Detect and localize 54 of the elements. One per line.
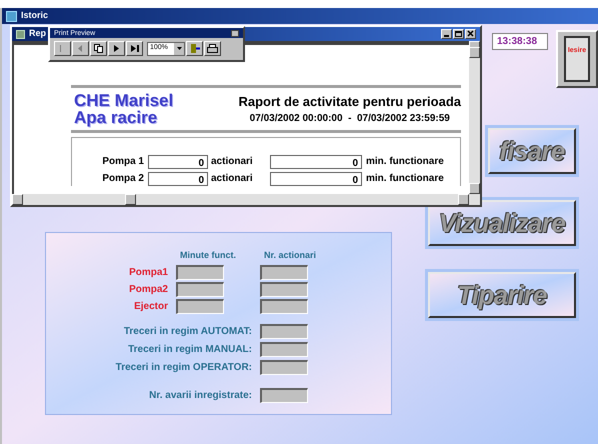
report-icon <box>16 30 25 38</box>
minutes-value: 0 <box>270 172 362 186</box>
equipment-label: Pompa2 <box>128 282 169 296</box>
unit-label: actionari <box>210 172 254 186</box>
input-field[interactable] <box>176 298 224 314</box>
input-field[interactable] <box>260 360 308 374</box>
input-field[interactable] <box>260 282 308 296</box>
actuations-value: 0 <box>148 172 208 186</box>
maximize-icon[interactable] <box>453 29 464 39</box>
minutes-value: 0 <box>270 154 362 168</box>
previous-icon[interactable] <box>72 41 89 56</box>
equipment-label: Pompa1 <box>128 266 169 280</box>
input-field[interactable] <box>260 324 308 338</box>
column-header: Nr. actionari <box>263 249 318 262</box>
unit-label: actionari <box>210 155 254 169</box>
input-field[interactable] <box>260 298 308 314</box>
equipment-label: Ejector <box>133 300 169 314</box>
action-button[interactable]: Tiparire <box>428 272 576 318</box>
column-header: Minute funct. <box>179 249 237 262</box>
vertical-scrollbar[interactable] <box>469 41 480 194</box>
actuations-value: 0 <box>148 154 208 168</box>
mode-label: Treceri in regim OPERATOR: <box>114 360 253 374</box>
last-page-icon[interactable] <box>126 41 143 56</box>
report-period: 07/03/2002 00:00:00 - 07/03/2002 23:59:59 <box>250 112 450 126</box>
input-field[interactable] <box>260 342 308 356</box>
horizontal-scrollbar[interactable] <box>12 194 480 205</box>
app-icon <box>6 10 17 22</box>
mode-label: Treceri in regim MANUAL: <box>127 342 253 356</box>
pages-icon[interactable] <box>90 41 107 56</box>
unit-label: min. functionare <box>365 155 444 169</box>
input-field[interactable] <box>260 388 308 402</box>
mode-label: Treceri in regim AUTOMAT: <box>122 324 253 338</box>
exit-icon[interactable] <box>186 41 203 56</box>
report-heading: Raport de activitate pentru perioada <box>238 92 461 111</box>
unit-label: min. functionare <box>365 172 444 186</box>
report-subtitle: Apa racire <box>74 109 158 126</box>
company-name: CHE Marisel <box>74 92 174 109</box>
fault-label: Nr. avarii inregistrate: <box>148 388 253 402</box>
action-button[interactable]: fisare <box>488 128 576 174</box>
minimize-icon[interactable] <box>441 29 452 39</box>
window-title: Istoric <box>21 9 48 22</box>
next-icon[interactable] <box>108 41 125 56</box>
dropdown-caret-icon <box>176 47 182 50</box>
action-button[interactable]: Vizualizare <box>428 200 576 246</box>
clock-display: 13:38:38 <box>492 33 548 50</box>
input-field[interactable] <box>176 264 224 280</box>
printer-icon[interactable] <box>204 41 221 56</box>
pump-label: Pompa 1 <box>101 155 145 169</box>
window-title: Rep <box>29 27 46 40</box>
input-field[interactable] <box>176 282 224 296</box>
pump-label: Pompa 2 <box>101 172 145 186</box>
input-field[interactable] <box>260 264 308 280</box>
first-page-icon[interactable] <box>54 41 71 56</box>
close-icon[interactable] <box>231 30 239 36</box>
